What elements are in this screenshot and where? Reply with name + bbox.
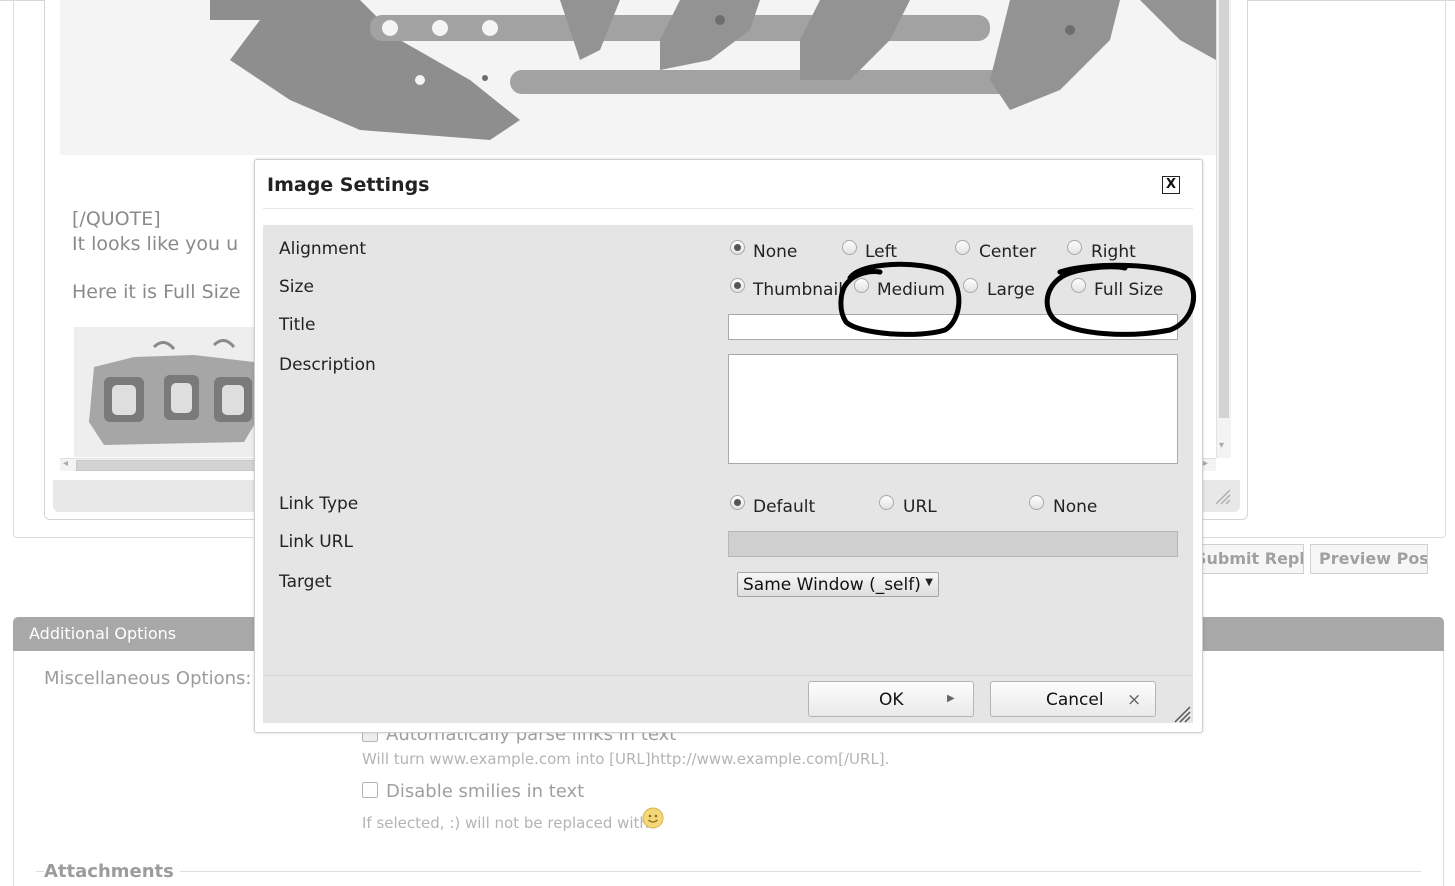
link-type-url-label[interactable]: URL <box>903 497 937 517</box>
target-selected-value: Same Window (_self) <box>743 575 921 595</box>
vertical-scroll-thumb[interactable] <box>1219 0 1229 418</box>
link-url-label: Link URL <box>279 532 353 552</box>
misc-options-label: Miscellaneous Options: <box>44 668 252 689</box>
alignment-label: Alignment <box>279 239 367 259</box>
attachments-heading: Attachments <box>44 861 180 882</box>
smiley-icon <box>642 807 664 829</box>
editor-text-line: It looks like you u <box>72 233 239 255</box>
parse-links-help: Will turn www.example.com into [URL]http… <box>362 750 890 768</box>
size-thumbnail-radio[interactable] <box>730 278 745 293</box>
ok-label: OK <box>879 690 904 710</box>
cancel-button[interactable]: Cancel × <box>990 681 1156 717</box>
dropdown-arrow-icon: ▼ <box>925 577 933 588</box>
description-label: Description <box>279 355 376 375</box>
scroll-right-icon[interactable]: ▸ <box>1203 458 1208 469</box>
image-settings-dialog: Image Settings X Alignment None Left Cen… <box>254 159 1203 733</box>
link-type-url-radio[interactable] <box>879 495 894 510</box>
resize-grip-icon[interactable] <box>1172 704 1192 724</box>
vertical-scrollbar[interactable]: ▾ <box>1216 0 1231 458</box>
alignment-center-radio[interactable] <box>955 240 970 255</box>
disable-smilies-help: If selected, :) will not be replaced wit… <box>362 814 649 832</box>
preview-post-button[interactable]: Preview Post <box>1310 544 1428 574</box>
size-thumbnail-label[interactable]: Thumbnail <box>753 280 843 300</box>
size-large-radio[interactable] <box>963 278 978 293</box>
description-textarea[interactable] <box>728 354 1178 464</box>
disable-smilies-label: Disable smilies in text <box>386 781 585 802</box>
link-type-default-radio[interactable] <box>730 495 745 510</box>
editor-text-line: Here it is Full Size <box>72 281 241 303</box>
link-type-default-label[interactable]: Default <box>753 497 815 517</box>
close-button[interactable]: X <box>1162 176 1180 194</box>
size-fullsize-label[interactable]: Full Size <box>1094 280 1163 300</box>
section-title: Additional Options <box>29 624 177 643</box>
close-x-icon: × <box>1127 690 1142 710</box>
alignment-left-radio[interactable] <box>842 240 857 255</box>
dialog-title: Image Settings <box>267 174 430 196</box>
target-select[interactable]: Same Window (_self) ▼ <box>737 572 939 597</box>
scroll-down-icon[interactable]: ▾ <box>1219 440 1224 451</box>
size-large-label[interactable]: Large <box>987 280 1035 300</box>
resize-grip-icon[interactable] <box>1212 486 1232 506</box>
dialog-body: Alignment None Left Center Right Size Th… <box>263 225 1193 675</box>
link-type-label: Link Type <box>279 494 359 514</box>
cancel-label: Cancel <box>1046 690 1104 710</box>
size-fullsize-radio[interactable] <box>1071 278 1086 293</box>
size-label: Size <box>279 277 314 297</box>
title-label: Title <box>279 315 316 335</box>
image-thumbnail[interactable] <box>74 327 264 457</box>
dialog-footer: OK ▶ Cancel × <box>263 675 1193 723</box>
submit-reply-button[interactable]: Submit Reply <box>1186 544 1304 574</box>
horizontal-scroll-thumb[interactable] <box>76 460 258 471</box>
alignment-right-radio[interactable] <box>1067 240 1082 255</box>
title-input[interactable] <box>728 314 1178 340</box>
ok-button[interactable]: OK ▶ <box>808 681 974 717</box>
alignment-center-label[interactable]: Center <box>979 242 1036 262</box>
target-label: Target <box>279 572 332 592</box>
dialog-divider <box>263 208 1193 209</box>
size-medium-radio[interactable] <box>854 278 869 293</box>
attachments-divider <box>36 871 1421 872</box>
quoted-image <box>60 0 1216 155</box>
alignment-left-label[interactable]: Left <box>865 242 897 262</box>
alignment-right-label[interactable]: Right <box>1091 242 1136 262</box>
alignment-none-radio[interactable] <box>730 240 745 255</box>
disable-smilies-checkbox[interactable] <box>362 782 378 798</box>
scroll-left-icon[interactable]: ◂ <box>63 458 68 469</box>
link-type-none-radio[interactable] <box>1029 495 1044 510</box>
alignment-none-label[interactable]: None <box>753 242 797 262</box>
play-arrow-icon: ▶ <box>947 693 955 704</box>
link-type-none-label[interactable]: None <box>1053 497 1097 517</box>
quote-close-tag: [/QUOTE] <box>72 208 161 230</box>
size-medium-label[interactable]: Medium <box>877 280 945 300</box>
link-url-input[interactable] <box>728 531 1178 557</box>
